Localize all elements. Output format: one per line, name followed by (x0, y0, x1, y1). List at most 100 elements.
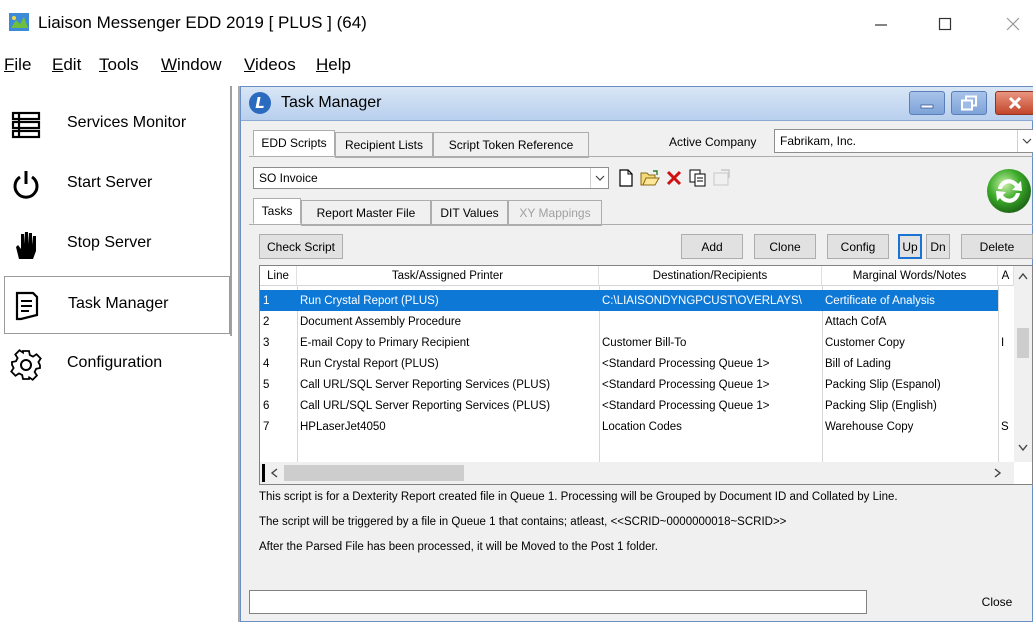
copy-script-button[interactable] (687, 167, 709, 189)
tab-xy-mappings[interactable]: XY Mappings (508, 200, 602, 226)
scroll-up-icon[interactable] (1018, 272, 1028, 280)
tab-label: Recipient Lists (344, 138, 424, 152)
restore-icon (961, 95, 977, 111)
cell-task: Call URL/SQL Server Reporting Services (… (300, 399, 551, 412)
cell-destination: Location Codes (602, 420, 682, 433)
horizontal-scroll-thumb[interactable] (284, 465, 464, 481)
cell-destination: <Standard Processing Queue 1> (602, 378, 770, 391)
scroll-left-icon[interactable] (270, 468, 278, 478)
table-row[interactable]: 1 Run Crystal Report (PLUS) C:\LIAISONDY… (260, 290, 998, 311)
nav-label: Start Server (67, 174, 153, 191)
nav-item-task-manager[interactable]: Task Manager (4, 276, 230, 334)
power-icon (13, 171, 39, 199)
gear-icon (10, 349, 42, 381)
up-button[interactable]: Up (898, 234, 922, 259)
table-row[interactable]: 7 HPLaserJet4050 Location Codes Warehous… (260, 416, 1014, 437)
menu-help[interactable]: Help (316, 55, 351, 75)
table-row[interactable]: 3 E-mail Copy to Primary Recipient Custo… (260, 332, 1014, 353)
cell-line: 2 (263, 315, 270, 328)
menu-file[interactable]: File (4, 55, 31, 75)
open-folder-button[interactable] (639, 167, 661, 189)
cell-notes: Warehouse Copy (825, 420, 914, 433)
table-row[interactable]: 6 Call URL/SQL Server Reporting Services… (260, 395, 1014, 416)
check-script-button[interactable]: Check Script (259, 234, 343, 259)
hand-stop-icon (16, 232, 36, 259)
scroll-down-icon[interactable] (1018, 444, 1028, 452)
button-label: Check Script (266, 239, 336, 254)
tab-label: Tasks (261, 204, 293, 218)
down-button[interactable]: Dn (926, 234, 950, 259)
button-label: Clone (769, 239, 801, 254)
tab-recipient-lists[interactable]: Recipient Lists (335, 132, 433, 158)
cell-notes: Packing Slip (Espanol) (825, 378, 941, 391)
close-dialog-button[interactable]: Close (963, 588, 1031, 616)
nav-label: Configuration (67, 354, 163, 371)
liaison-app-icon (9, 13, 29, 31)
tab-script-token-reference[interactable]: Script Token Reference (433, 132, 589, 158)
active-company-dropdown[interactable]: Fabrikam, Inc. (774, 129, 1033, 153)
cell-line: 6 (263, 399, 270, 412)
child-restore-button[interactable] (951, 91, 987, 115)
grid-vertical-scrollbar[interactable] (1014, 266, 1032, 462)
scroll-right-icon[interactable] (994, 468, 1002, 478)
script-dropdown[interactable]: SO Invoice (253, 167, 609, 189)
task-manager-title-bar: L Task Manager (241, 87, 1033, 121)
refresh-icon[interactable] (985, 167, 1033, 215)
tab-tasks[interactable]: Tasks (253, 198, 301, 224)
cell-destination: <Standard Processing Queue 1> (602, 357, 770, 370)
child-close-button[interactable] (995, 91, 1033, 115)
delete-button[interactable]: Delete (961, 234, 1033, 259)
disabled-tool-button[interactable] (711, 167, 733, 189)
child-minimize-button[interactable] (909, 91, 945, 115)
table-row[interactable]: 2 Document Assembly Procedure Attach Cof… (260, 311, 1014, 332)
nav-item-start-server[interactable]: Start Server (4, 156, 230, 214)
cell-line: 3 (263, 336, 270, 349)
close-icon (1008, 96, 1022, 110)
cell-destination: C:\LIAISONDYNGPCUST\OVERLAYS\ (602, 294, 802, 307)
vertical-scroll-thumb[interactable] (1017, 328, 1029, 358)
menu-window[interactable]: Window (161, 55, 221, 75)
script-value: SO Invoice (259, 171, 318, 185)
tasks-grid: Line Task/Assigned Printer Destination/R… (259, 265, 1033, 485)
menu-tools[interactable]: Tools (99, 55, 139, 75)
tab-report-master-file[interactable]: Report Master File (301, 200, 431, 226)
clone-button[interactable]: Clone (754, 234, 816, 259)
maximize-button[interactable] (922, 6, 968, 42)
grid-horizontal-scrollbar[interactable] (260, 462, 1014, 484)
script-info-line: This script is for a Dexterity Report cr… (259, 491, 898, 503)
maximize-icon (938, 17, 952, 31)
tab-label: XY Mappings (519, 206, 591, 220)
menu-videos[interactable]: Videos (244, 55, 296, 75)
tab-label: Report Master File (316, 206, 416, 220)
tab-dit-values[interactable]: DIT Values (431, 200, 508, 226)
nav-item-stop-server[interactable]: Stop Server (4, 216, 230, 274)
minimize-button[interactable] (858, 6, 904, 42)
mdi-area: L Task Manager EDD Scripts Recipient Lis… (238, 86, 1033, 622)
new-file-icon (619, 169, 633, 187)
script-info-line: The script will be triggered by a file i… (259, 516, 787, 528)
table-row[interactable]: 5 Call URL/SQL Server Reporting Services… (260, 374, 1014, 395)
table-row[interactable]: 4 Run Crystal Report (PLUS) <Standard Pr… (260, 353, 1014, 374)
column-header-notes[interactable]: Marginal Words/Notes (822, 266, 998, 286)
minimize-icon (920, 104, 934, 109)
column-header-destination[interactable]: Destination/Recipients (599, 266, 822, 286)
new-file-button[interactable] (615, 167, 637, 189)
nav-item-services-monitor[interactable]: Services Monitor (4, 96, 230, 154)
tab-edd-scripts[interactable]: EDD Scripts (253, 130, 335, 156)
column-header-extra[interactable]: A (998, 266, 1014, 286)
cell-extra (998, 311, 1014, 332)
add-button[interactable]: Add (681, 234, 743, 259)
config-button[interactable]: Config (827, 234, 889, 259)
button-label: Delete (979, 239, 1015, 254)
cell-task: Call URL/SQL Server Reporting Services (… (300, 378, 551, 391)
column-header-line[interactable]: Line (260, 266, 297, 286)
tab-label: DIT Values (440, 206, 499, 220)
cell-notes: Bill of Lading (825, 357, 891, 370)
delete-script-button[interactable] (663, 167, 685, 189)
close-button[interactable] (990, 6, 1033, 42)
menu-edit[interactable]: Edit (52, 55, 81, 75)
nav-item-configuration[interactable]: Configuration (4, 336, 230, 394)
button-label: Config (840, 239, 876, 254)
column-header-task[interactable]: Task/Assigned Printer (297, 266, 599, 286)
cell-task: Run Crystal Report (PLUS) (300, 294, 439, 307)
